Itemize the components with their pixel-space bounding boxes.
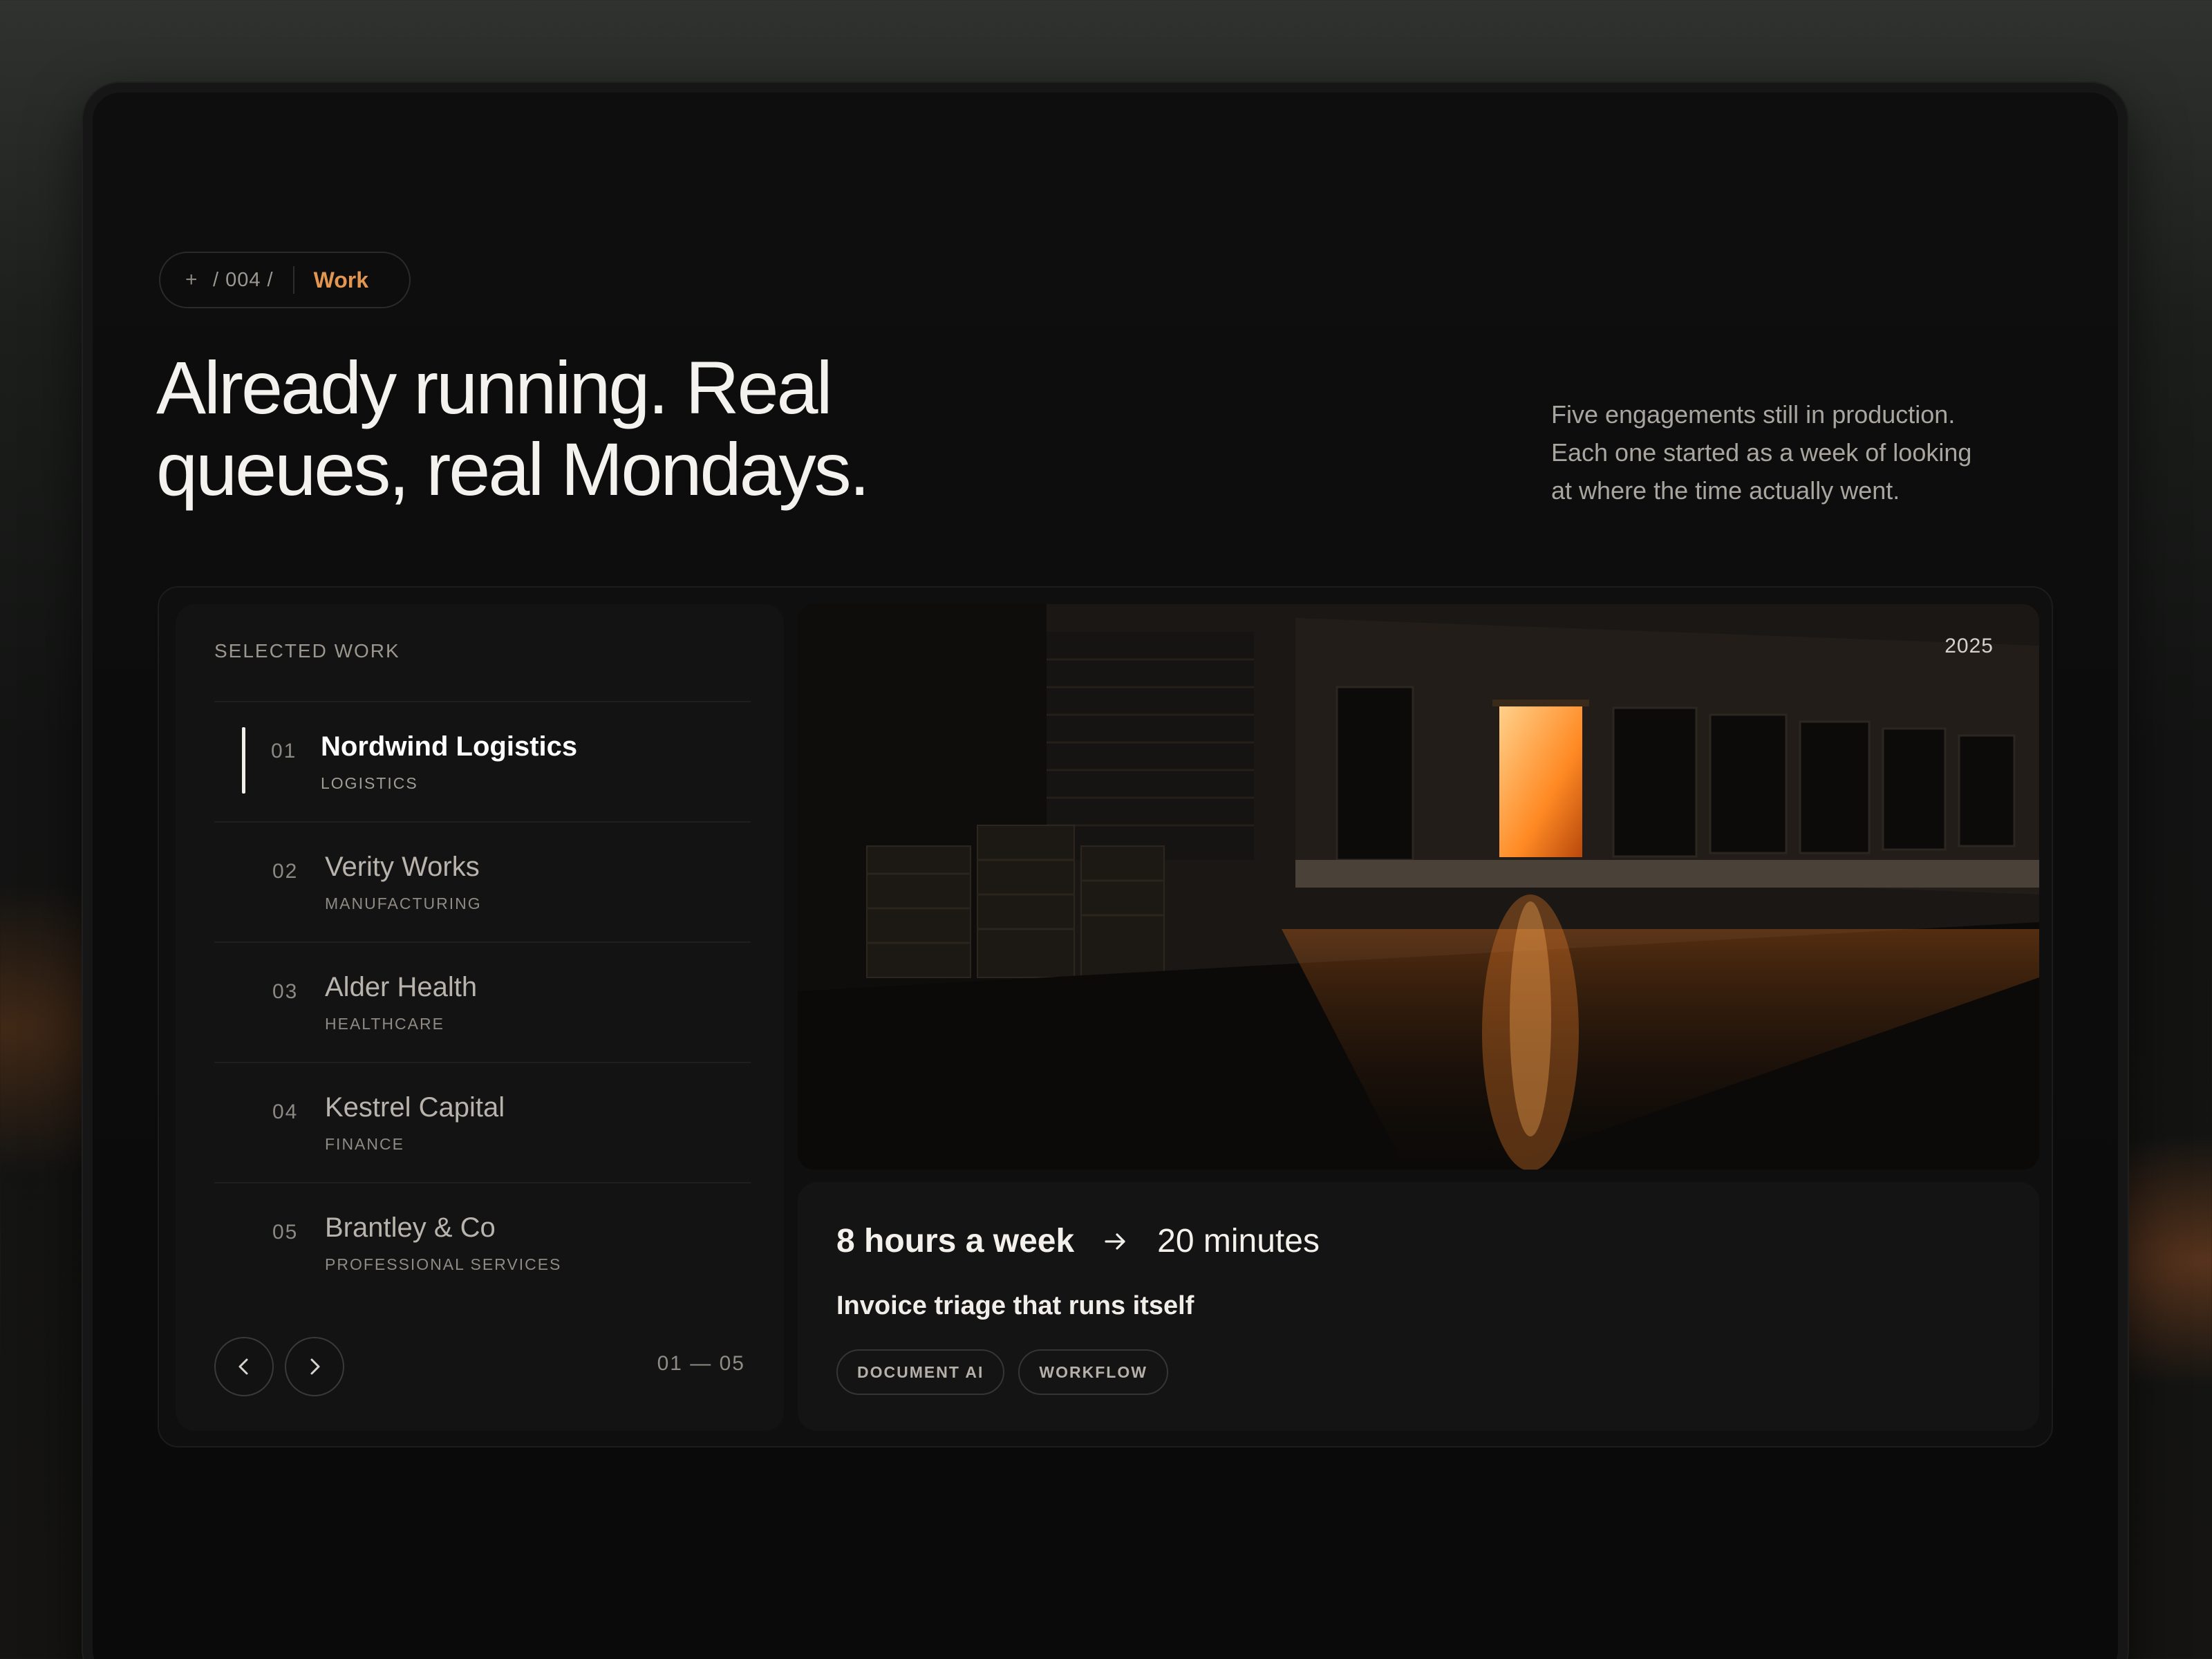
warehouse-image	[798, 604, 2039, 1170]
work-item-number: 05	[272, 1221, 299, 1244]
plus-icon: +	[185, 268, 198, 291]
work-item-verity-works[interactable]: 02 Verity Works MANUFACTURING	[214, 821, 751, 941]
previous-button[interactable]	[214, 1337, 274, 1396]
work-item-number: 04	[272, 1100, 299, 1123]
selected-work-panel: SELECTED WORK 01 Nordwind Logistics LOGI…	[176, 604, 784, 1431]
work-item-sector: PROFESSIONAL SERVICES	[325, 1255, 562, 1273]
work-list: 01 Nordwind Logistics LOGISTICS 02 Verit…	[214, 701, 751, 1302]
page-title: Already running. Real queues, real Monda…	[156, 347, 986, 510]
project-year: 2025	[1944, 635, 1994, 657]
intro-line-1: Five engagements still in production.	[1551, 400, 1956, 429]
project-tags: DOCUMENT AI WORKFLOW	[836, 1349, 1168, 1395]
work-item-name: Kestrel Capital	[325, 1092, 505, 1123]
work-item-brantley-co[interactable]: 05 Brantley & Co PROFESSIONAL SERVICES	[214, 1182, 751, 1302]
work-item-alder-health[interactable]: 03 Alder Health HEALTHCARE	[214, 941, 751, 1062]
impact-metric: 8 hours a week 20 minutes	[836, 1222, 1320, 1260]
project-photo: 2025	[798, 604, 2039, 1170]
intro-line-3: at where the time actually went.	[1551, 476, 1900, 505]
work-card: SELECTED WORK 01 Nordwind Logistics LOGI…	[158, 586, 2053, 1447]
project-detail: 8 hours a week 20 minutes Invoice triage…	[798, 1182, 2039, 1431]
breadcrumb-current[interactable]: Work	[314, 268, 368, 293]
chevron-left-icon	[238, 1358, 248, 1375]
breadcrumb: + / 004 / Work	[159, 252, 411, 308]
work-item-name: Brantley & Co	[325, 1212, 496, 1243]
work-item-sector: MANUFACTURING	[325, 894, 482, 912]
breadcrumb-path: / 004 /	[213, 268, 274, 291]
app-frame: + / 004 / Work Already running. Real que…	[83, 83, 2128, 1659]
work-item-nordwind-logistics[interactable]: 01 Nordwind Logistics LOGISTICS	[214, 701, 751, 821]
work-item-kestrel-capital[interactable]: 04 Kestrel Capital FINANCE	[214, 1062, 751, 1182]
intro-line-2: Each one started as a week of looking	[1551, 438, 1972, 467]
chevron-right-icon	[310, 1358, 320, 1375]
page-title-line-2: queues, real Mondays.	[156, 427, 870, 511]
work-item-name: Alder Health	[325, 972, 478, 1002]
metric-after: 20 minutes	[1157, 1223, 1320, 1259]
project-title: Invoice triage that runs itself	[836, 1291, 1194, 1320]
work-item-number: 02	[272, 860, 299, 883]
work-item-number: 03	[272, 980, 299, 1003]
work-item-number: 01	[271, 740, 297, 762]
pagination-counter: 01 — 05	[657, 1352, 745, 1375]
metric-before: 8 hours a week	[836, 1223, 1075, 1259]
work-item-name: Verity Works	[325, 852, 480, 882]
tag-workflow[interactable]: WORKFLOW	[1018, 1349, 1168, 1395]
next-button[interactable]	[285, 1337, 344, 1396]
work-item-name: Nordwind Logistics	[321, 731, 578, 762]
intro-text: Five engagements still in production. Ea…	[1551, 395, 2049, 509]
page-title-line-1: Already running. Real	[156, 346, 833, 429]
selected-work-title: SELECTED WORK	[214, 640, 400, 662]
work-item-sector: HEALTHCARE	[325, 1015, 444, 1033]
breadcrumb-divider	[292, 266, 294, 294]
work-item-sector: LOGISTICS	[321, 774, 418, 792]
arrow-right-icon	[1105, 1232, 1125, 1250]
active-indicator	[242, 727, 245, 794]
tag-document-ai[interactable]: DOCUMENT AI	[836, 1349, 1005, 1395]
work-item-sector: FINANCE	[325, 1135, 404, 1153]
